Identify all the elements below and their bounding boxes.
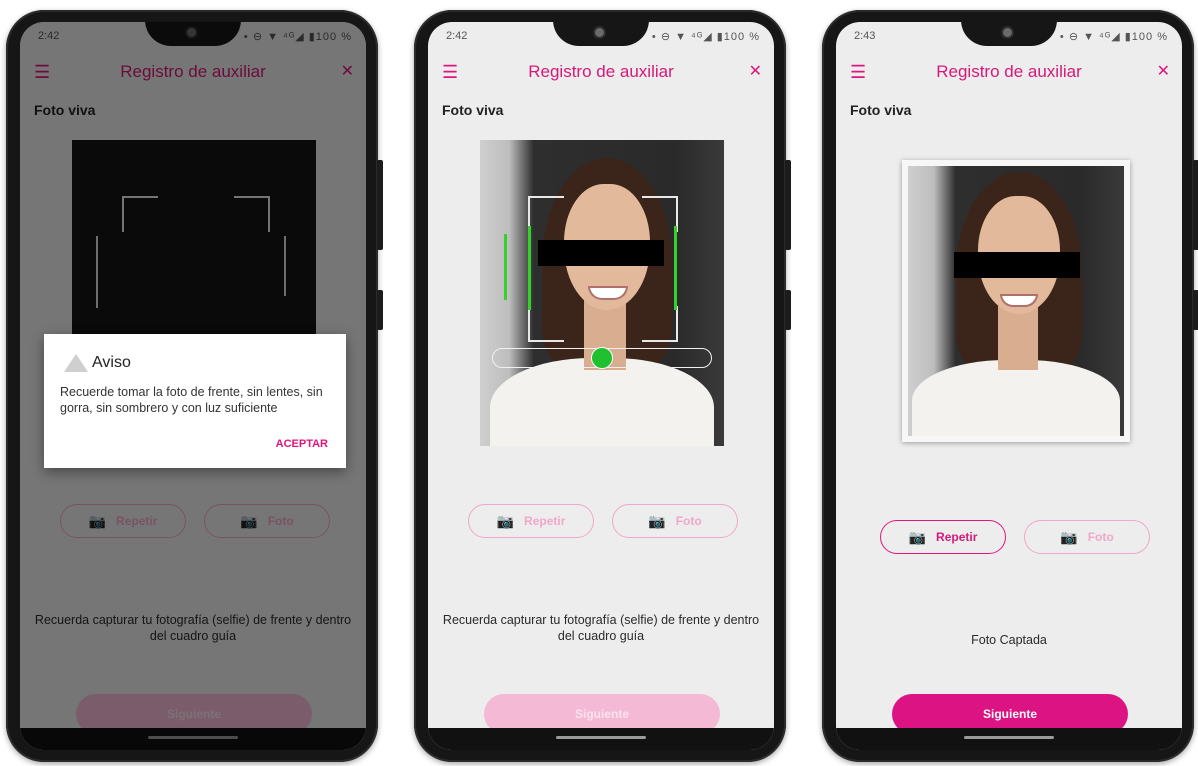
app-bar: ☰ Registro de auxiliar ✕ xyxy=(428,50,774,92)
privacy-bar xyxy=(954,252,1080,278)
power-button xyxy=(377,290,383,330)
camera-icon: 📷 xyxy=(496,512,515,529)
dialog-message: Recuerde tomar la foto de frente, sin le… xyxy=(60,385,323,415)
page-title: Registro de auxiliar xyxy=(936,62,1082,81)
home-indicator[interactable] xyxy=(964,736,1054,739)
guide-green-line xyxy=(528,226,531,310)
camera-notch xyxy=(961,22,1057,46)
phone-3: 2:43 • ⊖ ▼ ⁴ᴳ◢ ▮100 % ☰ Registro de auxi… xyxy=(822,10,1198,762)
power-button xyxy=(1193,290,1198,330)
repeat-label: Repetir xyxy=(936,530,978,544)
repeat-button[interactable]: 📷 Repetir xyxy=(468,504,594,538)
screen-2: 2:42 • ⊖ ▼ ⁴ᴳ◢ ▮100 % ☰ Registro de auxi… xyxy=(428,22,774,750)
volume-button xyxy=(785,160,791,250)
hint-text: Recuerda capturar tu fotografía (selfie)… xyxy=(442,613,760,643)
close-icon[interactable]: ✕ xyxy=(1157,61,1170,81)
dialog-title: Aviso xyxy=(92,354,131,371)
warning-icon xyxy=(64,354,88,372)
camera-icon: 📷 xyxy=(1060,528,1078,545)
screen-1: 2:42 • ⊖ ▼ ⁴ᴳ◢ ▮100 % ☰ Registro de auxi… xyxy=(20,22,366,750)
guide-corner xyxy=(528,306,564,342)
photo-label: Foto xyxy=(1087,530,1114,544)
guide-corner xyxy=(642,306,678,342)
status-icons: • ⊖ ▼ ⁴ᴳ◢ ▮100 % xyxy=(651,31,760,43)
front-camera-icon xyxy=(1001,26,1014,39)
guide-corner xyxy=(642,196,678,232)
power-button xyxy=(785,290,791,330)
repeat-button[interactable]: 📷 Repetir xyxy=(880,520,1006,554)
photo-shirt xyxy=(490,358,714,446)
close-icon[interactable]: ✕ xyxy=(749,61,762,81)
capture-status: Foto Captada xyxy=(971,633,1047,647)
page-title: Registro de auxiliar xyxy=(528,62,674,81)
live-camera-photo xyxy=(480,140,724,446)
guide-green-line xyxy=(674,226,677,310)
guide-corner xyxy=(528,196,564,232)
phone-2: 2:42 • ⊖ ▼ ⁴ᴳ◢ ▮100 % ☰ Registro de auxi… xyxy=(414,10,791,762)
volume-button xyxy=(1193,160,1198,250)
privacy-bar xyxy=(538,240,664,266)
guide-green-line xyxy=(504,234,507,300)
status-time: 2:42 xyxy=(446,30,468,42)
nav-bar xyxy=(428,728,774,750)
camera-icon: 📷 xyxy=(908,528,927,545)
photo-neck xyxy=(998,306,1038,370)
section-title: Foto viva xyxy=(442,102,504,118)
captured-photo-frame xyxy=(902,160,1130,442)
home-indicator[interactable] xyxy=(556,736,646,739)
photo-label: Foto xyxy=(675,514,702,528)
captured-photo xyxy=(908,166,1124,436)
nav-bar xyxy=(836,728,1182,750)
camera-notch xyxy=(553,22,649,46)
notice-dialog: Aviso Recuerde tomar la foto de frente, … xyxy=(44,334,346,468)
alignment-dot xyxy=(591,347,613,369)
volume-button xyxy=(377,160,383,250)
status-icons: • ⊖ ▼ ⁴ᴳ◢ ▮100 % xyxy=(1059,31,1168,43)
photo-button[interactable]: 📷 Foto xyxy=(612,504,738,538)
phone-1: 2:42 • ⊖ ▼ ⁴ᴳ◢ ▮100 % ☰ Registro de auxi… xyxy=(6,10,383,762)
screen-3: 2:43 • ⊖ ▼ ⁴ᴳ◢ ▮100 % ☰ Registro de auxi… xyxy=(836,22,1182,750)
photo-shirt xyxy=(912,360,1120,436)
accept-button[interactable]: ACEPTAR xyxy=(276,438,328,450)
section-title: Foto viva xyxy=(850,102,912,118)
photo-button[interactable]: 📷 Foto xyxy=(1024,520,1150,554)
status-time: 2:43 xyxy=(854,30,876,42)
camera-icon: 📷 xyxy=(648,512,666,529)
front-camera-icon xyxy=(593,26,606,39)
repeat-label: Repetir xyxy=(524,514,566,528)
app-bar: ☰ Registro de auxiliar ✕ xyxy=(836,50,1182,92)
